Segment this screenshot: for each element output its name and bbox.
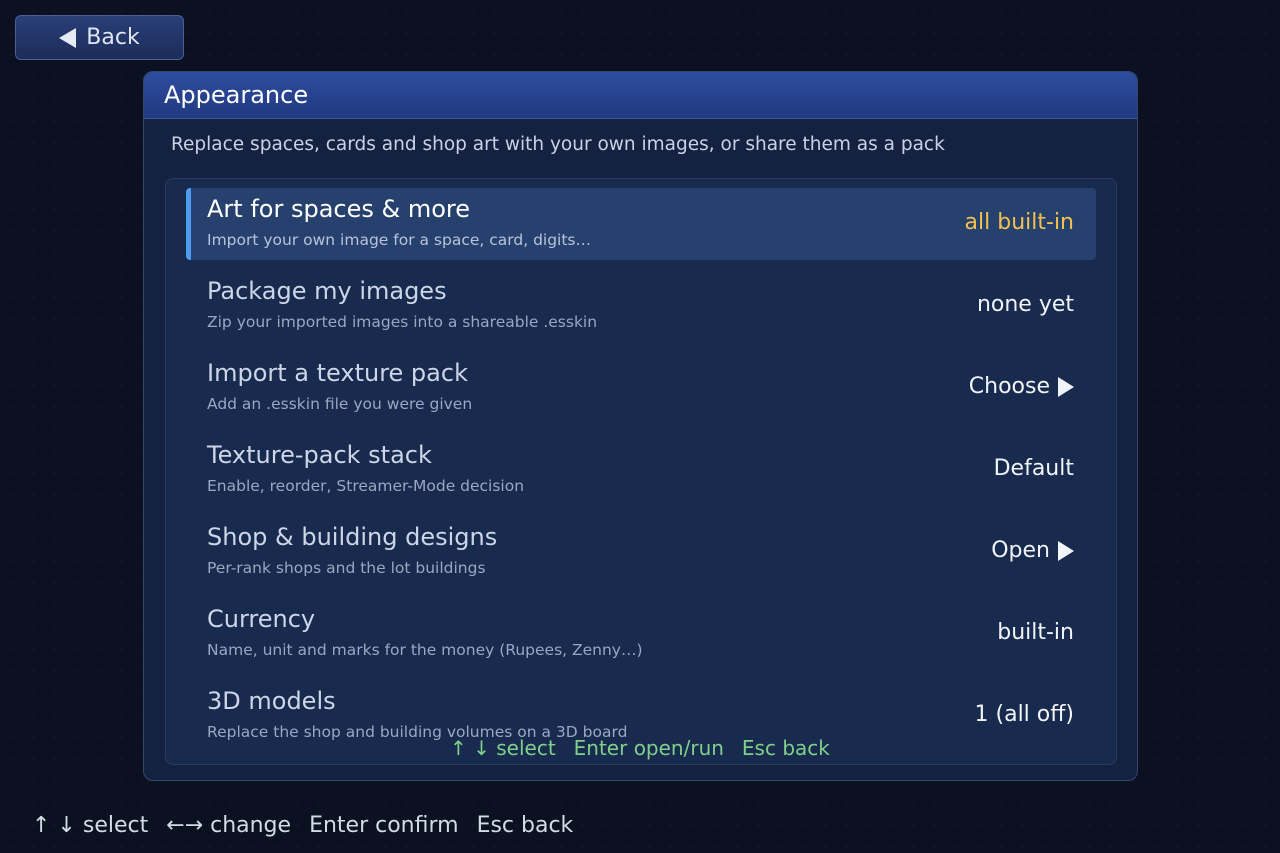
appearance-panel: Appearance Replace spaces, cards and sho… (143, 71, 1138, 781)
hint-confirm: Enter confirm (309, 813, 459, 838)
play-arrow-icon (1058, 540, 1074, 561)
row-value-text: built-in (997, 620, 1074, 645)
row-texture-pack-stack[interactable]: Texture-pack stack Enable, reorder, Stre… (186, 434, 1096, 506)
row-value: all built-in (965, 210, 1074, 235)
row-value-text: all built-in (964, 210, 1074, 235)
row-desc: Zip your imported images into a shareabl… (207, 313, 598, 331)
row-currency[interactable]: Currency Name, unit and marks for the mo… (186, 598, 1096, 670)
hint-esc-back: Esc back (741, 736, 830, 760)
row-title: Currency (207, 605, 316, 633)
row-value-text: Choose (968, 374, 1050, 399)
play-arrow-icon (1058, 376, 1074, 397)
panel-key-hints: ↑ ↓ select Enter open/run Esc back (450, 736, 830, 760)
row-desc: Import your own image for a space, card,… (207, 231, 592, 249)
row-desc: Per-rank shops and the lot buildings (207, 559, 486, 577)
row-shop-building-designs[interactable]: Shop & building designs Per-rank shops a… (186, 516, 1096, 588)
back-button-label: Back (86, 25, 140, 50)
row-title: Import a texture pack (207, 359, 468, 387)
back-button[interactable]: Back (15, 15, 184, 60)
hint-change: ←→ change (166, 813, 292, 838)
row-title: Package my images (207, 277, 447, 305)
row-value: built-in (997, 620, 1074, 645)
row-art-for-spaces[interactable]: Art for spaces & more Import your own im… (186, 188, 1096, 260)
back-arrow-icon (59, 27, 77, 48)
footer-key-hints: ↑ ↓ select ←→ change Enter confirm Esc b… (32, 813, 573, 838)
row-import-texture-pack[interactable]: Import a texture pack Add an .esskin fil… (186, 352, 1096, 424)
row-desc: Enable, reorder, Streamer-Mode decision (207, 477, 525, 495)
row-value: Open (991, 538, 1074, 563)
row-desc: Name, unit and marks for the money (Rupe… (207, 641, 643, 659)
row-value-text: Open (991, 538, 1050, 563)
row-value: Default (994, 456, 1074, 481)
row-title: Shop & building designs (207, 523, 498, 551)
hint-esc-back: Esc back (476, 813, 574, 838)
hint-select: ↑ ↓ select (32, 813, 149, 838)
row-package-images[interactable]: Package my images Zip your imported imag… (186, 270, 1096, 342)
panel-title: Appearance (144, 72, 1137, 119)
panel-subtitle: Replace spaces, cards and shop art with … (171, 134, 945, 155)
row-value: 1 (all off) (975, 702, 1074, 727)
row-title: Art for spaces & more (207, 195, 471, 223)
row-desc: Add an .esskin file you were given (207, 395, 473, 413)
hint-open-run: Enter open/run (573, 736, 724, 760)
row-value-text: Default (993, 456, 1074, 481)
options-list: Art for spaces & more Import your own im… (165, 178, 1117, 765)
hint-select: ↑ ↓ select (450, 736, 556, 760)
row-title: 3D models (207, 687, 336, 715)
row-value-text: none yet (976, 292, 1074, 317)
row-value-text: 1 (all off) (974, 702, 1074, 727)
row-value: none yet (977, 292, 1074, 317)
row-value: Choose (969, 374, 1074, 399)
row-title: Texture-pack stack (207, 441, 432, 469)
